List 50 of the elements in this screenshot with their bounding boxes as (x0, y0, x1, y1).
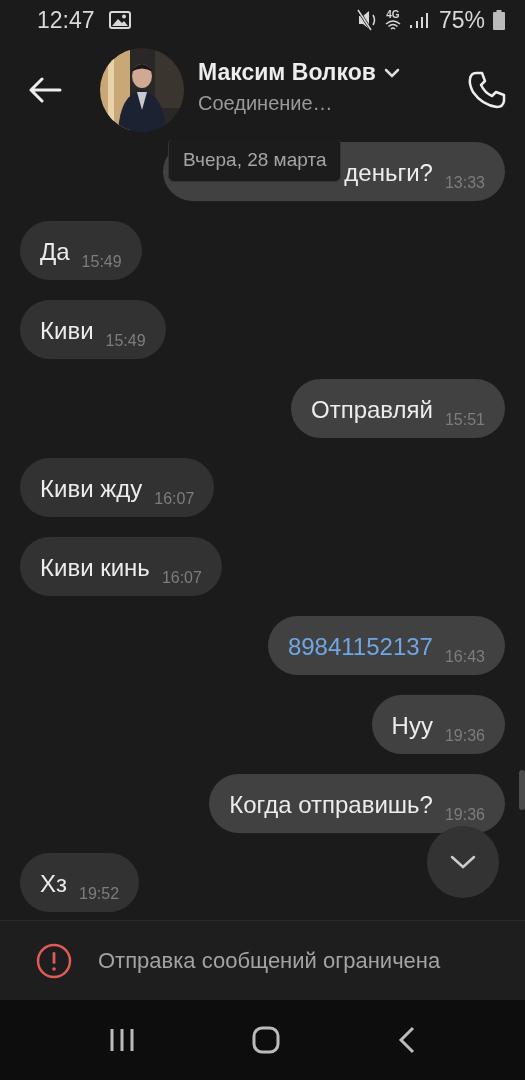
message-text: Киви (40, 316, 94, 346)
call-button[interactable] (467, 70, 507, 110)
message-text: Да (40, 237, 70, 267)
home-button[interactable] (252, 1026, 281, 1054)
message-text: Отправляй (311, 395, 433, 425)
message-time: 16:07 (154, 490, 195, 508)
mute-icon (356, 9, 377, 31)
message-text: Нуу (391, 711, 433, 741)
message-bubble[interactable]: Когда отправишь? 19:36 (209, 774, 505, 833)
battery-icon (493, 10, 505, 30)
message-bubble[interactable]: 89841152137 16:43 (267, 616, 505, 675)
message-bubble[interactable]: Киви жду 16:07 (20, 458, 215, 517)
message-time: 13:33 (444, 174, 485, 192)
message-text: Киви жду (40, 474, 143, 504)
message-text: Хз (40, 869, 67, 899)
message-text: Киви кинь (40, 553, 150, 583)
message-time: 19:52 (79, 885, 120, 903)
message-bubble[interactable]: Киви 15:49 (20, 300, 166, 359)
signal-icon (408, 11, 431, 29)
chevron-down-icon[interactable] (383, 67, 400, 78)
message-bubble[interactable]: Хз 19:52 (20, 853, 140, 912)
message-time: 16:07 (161, 569, 202, 587)
message-bubble[interactable]: Киви кинь 16:07 (20, 537, 222, 596)
recent-apps-button[interactable] (108, 1027, 135, 1053)
back-button[interactable] (28, 77, 62, 103)
restriction-notice: Отправка сообщений ограничена (98, 947, 441, 974)
message-bubble[interactable]: Отправляй 15:51 (291, 379, 505, 438)
wifi-icon (384, 19, 401, 31)
status-time: 12:47 (37, 6, 95, 34)
image-icon (108, 11, 131, 29)
message-time: 16:43 (444, 648, 485, 666)
scrollbar (519, 770, 525, 810)
date-chip: Вчера, 28 марта (168, 140, 342, 182)
back-nav-button[interactable] (398, 1026, 417, 1054)
message-text: Когда отправишь? (229, 790, 433, 820)
message-time: 15:49 (105, 332, 146, 350)
phone-number-link[interactable]: 89841152137 (287, 632, 433, 662)
message-time: 15:49 (81, 253, 122, 271)
message-bubble[interactable]: Да 15:49 (20, 221, 142, 280)
message-time: 19:36 (444, 727, 485, 745)
battery-percent: 75% (438, 6, 485, 34)
contact-name[interactable]: Максим Волков (198, 59, 376, 86)
message-bubble[interactable]: Нуу 19:36 (371, 695, 505, 754)
network-type: 4G (386, 9, 400, 20)
warning-icon (36, 942, 72, 979)
message-time: 15:51 (444, 411, 485, 429)
chevron-down-icon (450, 855, 476, 869)
connection-status: Соединение… (198, 92, 334, 115)
message-text: деньги? (344, 158, 433, 188)
message-time: 19:36 (444, 806, 485, 824)
